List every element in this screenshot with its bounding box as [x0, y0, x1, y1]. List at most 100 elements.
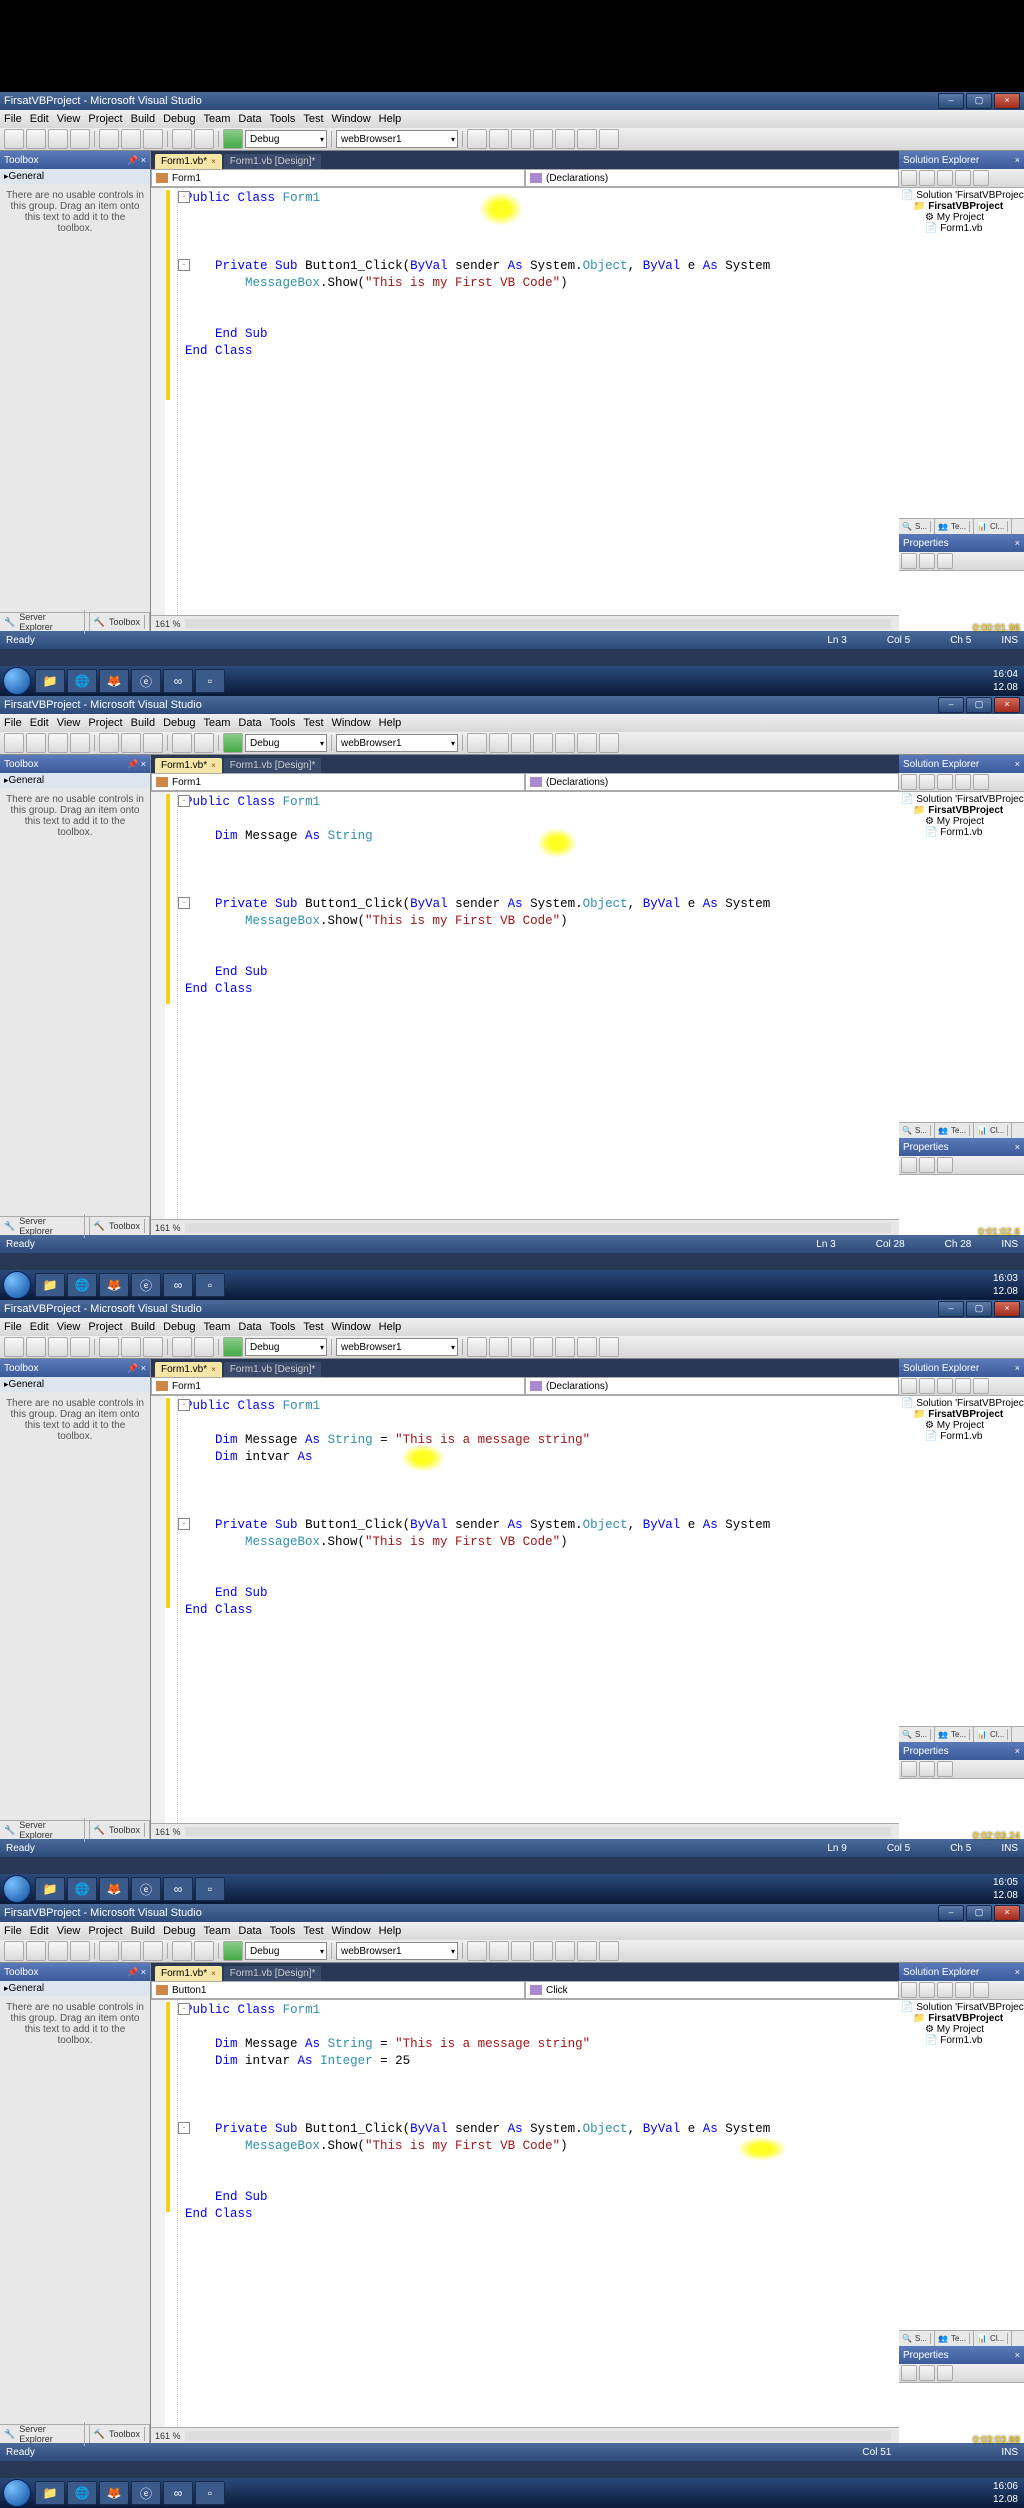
solution-toolbar[interactable]	[899, 773, 1024, 792]
collapse-toggle[interactable]: -	[178, 191, 190, 203]
menu-build[interactable]: Build	[131, 113, 155, 125]
titlebar[interactable]: FirsatVBProject - Microsoft Visual Studi…	[0, 1300, 1024, 1318]
collapse-toggle[interactable]: -	[178, 795, 190, 807]
open-icon[interactable]	[26, 1337, 46, 1357]
menu-help[interactable]: Help	[379, 717, 402, 729]
redo-icon[interactable]	[194, 733, 214, 753]
horizontal-scrollbar[interactable]	[185, 1223, 891, 1233]
undo-icon[interactable]	[172, 1337, 192, 1357]
tab-form1-design[interactable]: Form1.vb [Design]*	[224, 1966, 322, 1981]
tb-icon[interactable]	[511, 129, 531, 149]
pin-icon[interactable]: 📌 ×	[127, 759, 146, 770]
tb-icon[interactable]	[577, 1337, 597, 1357]
maximize-button[interactable]: ▢	[966, 1301, 992, 1317]
taskbar[interactable]: 📁 🌐 🦊 ⓔ ∞ ▫ 16:0612.08	[0, 2478, 1024, 2508]
tb-icon[interactable]	[577, 1941, 597, 1961]
menubar[interactable]: FileEditViewProjectBuildDebugTeamDataToo…	[0, 1922, 1024, 1940]
class-combo[interactable]: Form1	[151, 1377, 525, 1395]
solution-node[interactable]: 📄 Solution 'FirsatVBProject'	[901, 794, 1022, 805]
tab-server-explorer[interactable]: 🔧 Server Explorer	[0, 1821, 90, 1839]
menu-edit[interactable]: Edit	[30, 113, 49, 125]
solution-explorer-header[interactable]: Solution Explorer×	[899, 1359, 1024, 1377]
new-project-icon[interactable]	[4, 733, 24, 753]
taskbar-ie-icon[interactable]: ⓔ	[131, 1877, 161, 1901]
zoom-level[interactable]: 161 %	[155, 1827, 181, 1837]
undo-icon[interactable]	[172, 1941, 192, 1961]
paste-icon[interactable]	[143, 1337, 163, 1357]
code-editor[interactable]: - - Public Class Form1 Dim Message As St…	[151, 792, 899, 1219]
open-icon[interactable]	[26, 1941, 46, 1961]
menu-test[interactable]: Test	[303, 1321, 323, 1333]
tab-team[interactable]: 👥Te...	[935, 519, 974, 534]
menu-team[interactable]: Team	[204, 717, 231, 729]
horizontal-scrollbar[interactable]	[185, 2431, 891, 2441]
tab-sol[interactable]: 🔍S...	[899, 1727, 935, 1742]
tab-toolbox[interactable]: 🔨 Toolbox	[90, 1217, 150, 1235]
menu-edit[interactable]: Edit	[30, 717, 49, 729]
solution-tree[interactable]: 📄 Solution 'FirsatVBProject' 📁 FirsatVBP…	[899, 1396, 1024, 1726]
code-editor[interactable]: - - Public Class Form1 Private Sub Butto…	[151, 188, 899, 615]
close-button[interactable]: ×	[994, 1301, 1020, 1317]
system-clock[interactable]: 16:0512.08	[987, 1876, 1024, 1902]
copy-icon[interactable]	[121, 733, 141, 753]
menu-window[interactable]: Window	[332, 717, 371, 729]
project-node[interactable]: 📁 FirsatVBProject	[901, 2013, 1022, 2024]
tab-toolbox[interactable]: 🔨 Toolbox	[90, 2425, 150, 2443]
taskbar-firefox-icon[interactable]: 🦊	[99, 669, 129, 693]
toolbar[interactable]: Debug webBrowser1	[0, 1940, 1024, 1963]
menu-test[interactable]: Test	[303, 717, 323, 729]
menubar[interactable]: FileEditViewProjectBuildDebugTeamDataToo…	[0, 1318, 1024, 1336]
menu-tools[interactable]: Tools	[270, 113, 296, 125]
properties-header[interactable]: Properties×	[899, 2346, 1024, 2364]
tb-icon[interactable]	[577, 733, 597, 753]
collapse-toggle[interactable]: -	[178, 1518, 190, 1530]
collapse-toggle[interactable]: -	[178, 259, 190, 271]
zoom-level[interactable]: 161 %	[155, 2431, 181, 2441]
target-combo[interactable]: webBrowser1	[336, 1942, 458, 1960]
titlebar[interactable]: FirsatVBProject - Microsoft Visual Studi…	[0, 1904, 1024, 1922]
solution-toolbar[interactable]	[899, 1377, 1024, 1396]
pin-icon[interactable]: 📌 ×	[127, 1967, 146, 1978]
horizontal-scrollbar[interactable]	[185, 1827, 891, 1837]
code-editor[interactable]: - - Public Class Form1 Dim Message As St…	[151, 2000, 899, 2427]
tb-icon[interactable]	[533, 1941, 553, 1961]
menu-build[interactable]: Build	[131, 1925, 155, 1937]
taskbar[interactable]: 📁 🌐 🦊 ⓔ ∞ ▫ 16:0512.08	[0, 1874, 1024, 1904]
save-icon[interactable]	[48, 1941, 68, 1961]
pin-icon[interactable]: 📌 ×	[127, 155, 146, 166]
maximize-button[interactable]: ▢	[966, 1905, 992, 1921]
taskbar-firefox-icon[interactable]: 🦊	[99, 1877, 129, 1901]
taskbar-explorer-icon[interactable]: 📁	[35, 2481, 65, 2505]
menu-window[interactable]: Window	[332, 113, 371, 125]
tb-icon[interactable]	[489, 1337, 509, 1357]
menu-help[interactable]: Help	[379, 113, 402, 125]
tb-icon[interactable]	[533, 1337, 553, 1357]
menu-project[interactable]: Project	[88, 1925, 122, 1937]
target-combo[interactable]: webBrowser1	[336, 734, 458, 752]
tab-toolbox[interactable]: 🔨 Toolbox	[90, 613, 150, 631]
start-button[interactable]	[0, 2478, 34, 2508]
target-combo[interactable]: webBrowser1	[336, 130, 458, 148]
taskbar-explorer-icon[interactable]: 📁	[35, 1877, 65, 1901]
tab-form1-design[interactable]: Form1.vb [Design]*	[224, 758, 322, 773]
tb-icon[interactable]	[489, 733, 509, 753]
horizontal-scrollbar[interactable]	[185, 619, 891, 629]
tb-icon[interactable]	[555, 733, 575, 753]
save-all-icon[interactable]	[70, 733, 90, 753]
menu-help[interactable]: Help	[379, 1321, 402, 1333]
start-debug-icon[interactable]	[223, 1941, 243, 1961]
tab-sol[interactable]: 🔍S...	[899, 2331, 935, 2346]
toolbox-group-general[interactable]: General	[0, 1377, 150, 1392]
menu-test[interactable]: Test	[303, 1925, 323, 1937]
titlebar[interactable]: FirsatVBProject - Microsoft Visual Studi…	[0, 92, 1024, 110]
pin-icon[interactable]: 📌 ×	[127, 1363, 146, 1374]
zoom-level[interactable]: 161 %	[155, 1223, 181, 1233]
taskbar-explorer-icon[interactable]: 📁	[35, 1273, 65, 1297]
class-combo[interactable]: Button1	[151, 1981, 525, 1999]
undo-icon[interactable]	[172, 129, 192, 149]
close-tab-icon[interactable]: ×	[211, 157, 216, 166]
properties-header[interactable]: Properties×	[899, 1138, 1024, 1156]
menu-debug[interactable]: Debug	[163, 717, 195, 729]
config-combo[interactable]: Debug	[245, 734, 327, 752]
system-clock[interactable]: 16:0412.08	[987, 668, 1024, 694]
